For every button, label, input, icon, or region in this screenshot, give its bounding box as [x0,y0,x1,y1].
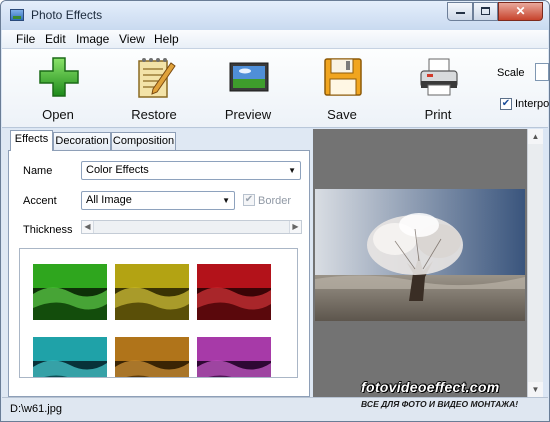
thumb-image [115,264,189,320]
menu-help[interactable]: Help [154,32,179,46]
menu-bar: File Edit Image View Help [2,30,548,49]
name-label: Name [23,165,53,177]
restore-notepad-icon [138,58,176,98]
thumb-image [33,264,107,320]
name-select-value: Color Effects [86,164,149,176]
title-bar: Photo Effects ✕ [1,1,549,30]
thumb-image [197,264,271,320]
maximize-button[interactable] [473,2,498,21]
scroll-down-icon[interactable]: ▼ [528,382,543,397]
menu-file[interactable]: File [16,32,35,46]
window-title: Photo Effects [31,8,103,22]
thumb-image [197,337,271,377]
scroll-up-icon[interactable]: ▲ [528,129,543,144]
accent-label: Accent [23,195,57,207]
tab-decoration[interactable]: Decoration [53,132,111,150]
effect-thumbnail-yellow[interactable] [115,264,189,320]
name-select[interactable]: Color Effects ▼ [81,161,301,180]
effects-tab-panel: Name Color Effects ▼ Accent All Image ▼ … [8,150,310,397]
accent-select-value: All Image [86,194,132,206]
minimize-icon [455,12,465,14]
scroll-left-icon[interactable]: ◀ [82,221,94,233]
save-label: Save [327,107,357,122]
open-plus-icon [39,57,79,97]
preview-photo [315,189,525,321]
scale-input[interactable] [535,63,549,81]
app-window: Photo Effects ✕ File Edit Image View Hel… [0,0,550,422]
scroll-right-icon[interactable]: ▶ [289,221,301,233]
effect-thumbnail-purple[interactable] [197,337,271,377]
close-icon: ✕ [515,4,526,18]
preview-button[interactable]: Preview [213,55,283,122]
preview-panel [313,129,527,397]
tab-composition[interactable]: Composition [111,132,176,150]
preview-picture-icon [229,62,269,92]
thickness-label: Thickness [23,224,73,236]
print-button[interactable]: Print [403,55,473,122]
chevron-down-icon: ▼ [222,196,230,205]
save-button[interactable]: Save [307,55,377,122]
settings-panel: Effects Decoration Composition Name Colo… [2,129,312,397]
preview-scrollbar[interactable]: ▲ ▼ [527,129,543,397]
watermark-tagline: ВСЕ ДЛЯ ФОТО И ВИДЕО МОНТАЖА! [361,399,519,409]
thumb-image [115,337,189,377]
preview-label: Preview [224,107,272,122]
scale-label: Scale [497,67,525,79]
effect-thumbnails [19,248,298,378]
watermark-site: fotovideoeffect.com [361,379,500,395]
app-photo-icon [10,9,24,21]
effect-thumbnail-cyan[interactable] [33,337,107,377]
open-label: Open [42,107,74,122]
thickness-slider[interactable]: ◀ ▶ [81,220,302,234]
restore-button[interactable]: Restore [119,55,189,122]
effect-thumbnail-green[interactable] [33,264,107,320]
maximize-icon [481,7,490,15]
tab-effects[interactable]: Effects [10,130,53,151]
interpolation-label: Interpo [515,98,550,110]
accent-select[interactable]: All Image ▼ [81,191,235,210]
status-file-path: D:\w61.jpg [10,403,62,415]
thumb-image [33,337,107,377]
border-label: Border [258,195,292,207]
interpolation-checkbox[interactable]: ✔ [500,98,512,110]
toolbar: Open Restore Preview Save Print Scale ✔ … [2,49,550,128]
restore-label: Restore [131,107,177,122]
print-printer-icon [420,58,458,96]
effect-thumbnail-orange[interactable] [115,337,189,377]
menu-view[interactable]: View [119,32,145,46]
menu-image[interactable]: Image [76,32,109,46]
open-button[interactable]: Open [23,55,93,122]
menu-edit[interactable]: Edit [45,32,66,46]
effect-thumbnail-red[interactable] [197,264,271,320]
save-floppy-icon [324,58,362,96]
chevron-down-icon: ▼ [288,166,296,175]
print-label: Print [424,107,452,122]
border-checkbox[interactable]: ✔ [243,194,255,206]
minimize-button[interactable] [447,2,473,21]
close-button[interactable]: ✕ [498,2,543,21]
